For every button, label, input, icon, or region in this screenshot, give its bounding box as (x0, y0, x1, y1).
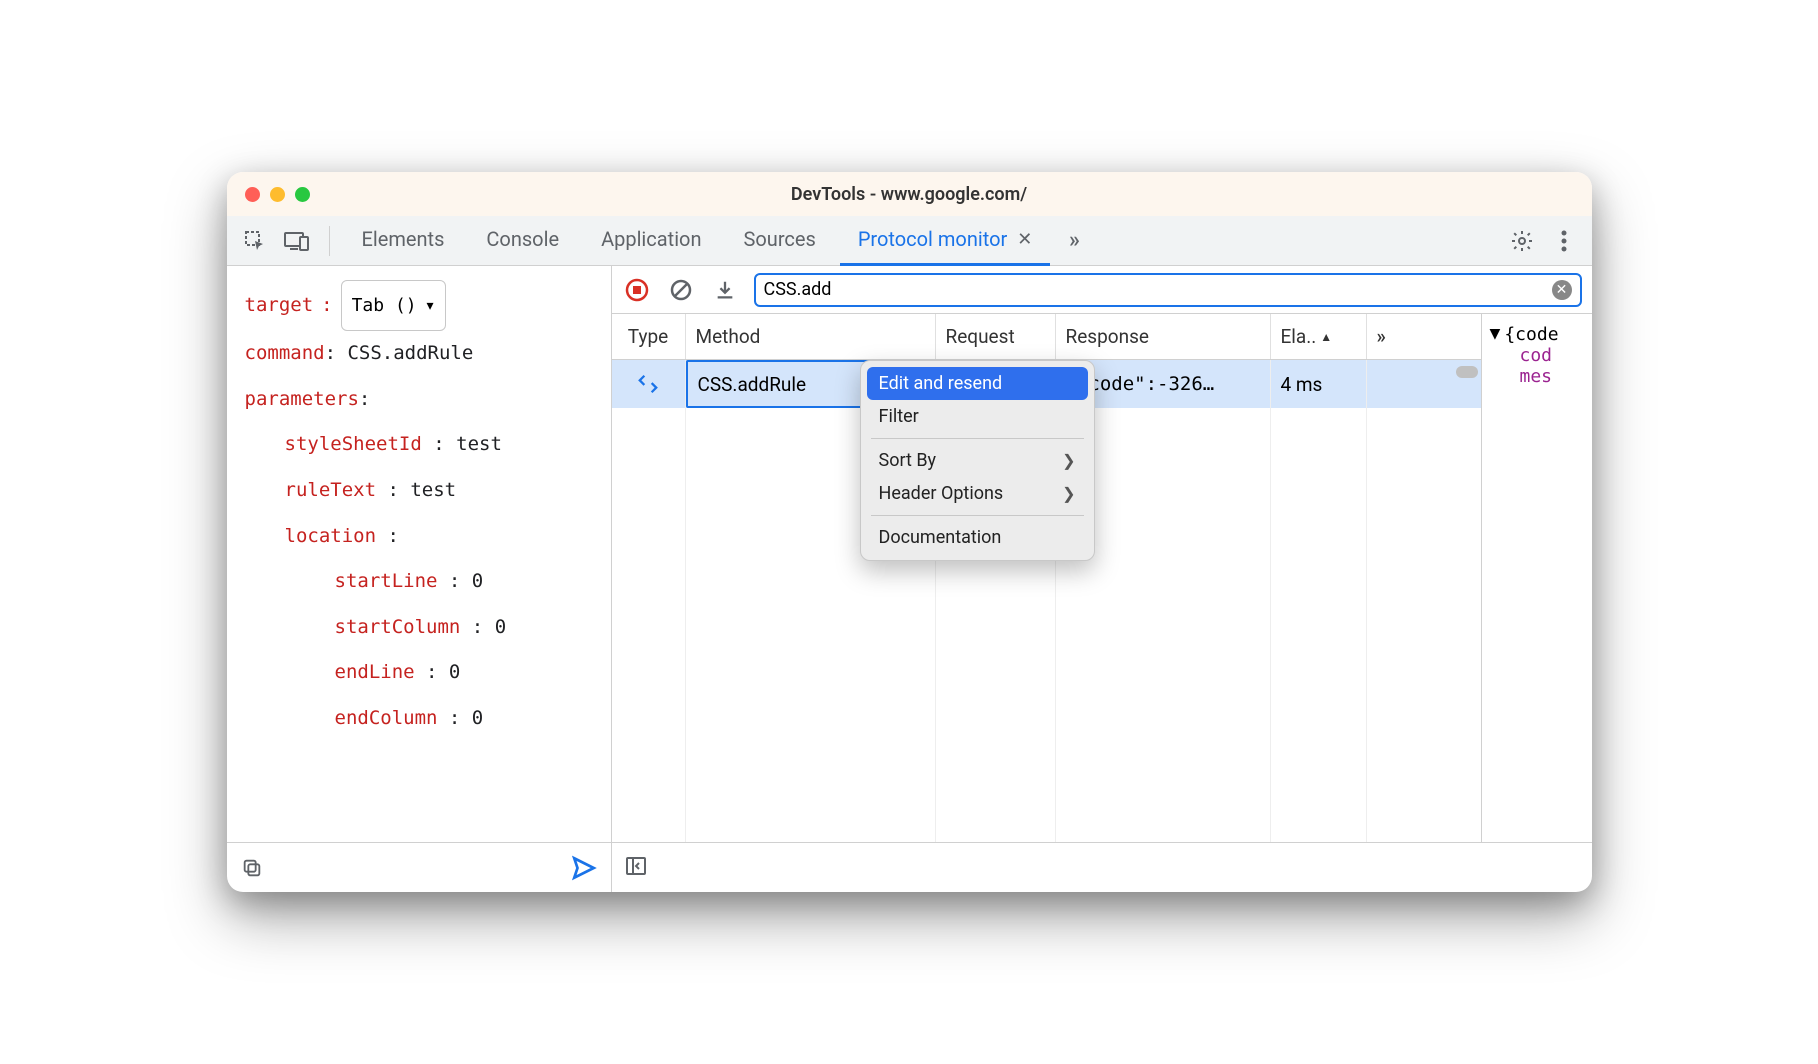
command-value[interactable]: CSS.addRule (347, 342, 473, 364)
param-value[interactable]: 0 (472, 707, 483, 729)
tab-protocol-monitor[interactable]: Protocol monitor ✕ (840, 216, 1051, 266)
record-button[interactable] (622, 275, 652, 305)
command-label: command (245, 342, 325, 364)
col-more[interactable]: » (1367, 314, 1481, 359)
param-key: location (285, 525, 377, 547)
col-elapsed[interactable]: Ela..▲ (1271, 314, 1367, 359)
download-button[interactable] (710, 275, 740, 305)
param-key: startLine (335, 570, 438, 592)
detail-key[interactable]: cod (1520, 345, 1553, 366)
menu-item-documentation[interactable]: Documentation (867, 521, 1088, 554)
toggle-drawer-icon[interactable] (624, 854, 648, 882)
right-footer (612, 842, 1592, 892)
col-type[interactable]: Type (612, 314, 686, 359)
window-title: DevTools - www.google.com/ (227, 184, 1592, 205)
devtools-tabbar: Elements Console Application Sources Pro… (227, 216, 1592, 266)
detail-root[interactable]: ▼{code (1490, 324, 1584, 345)
param-key: styleSheetId (285, 433, 422, 455)
param-value[interactable]: 0 (449, 661, 460, 683)
scrollbar-thumb[interactable] (1456, 366, 1478, 378)
command-editor-panel: target: Tab () ▾ command: CSS.addRule pa… (227, 266, 612, 892)
clear-filter-icon[interactable]: ✕ (1552, 280, 1572, 300)
settings-icon[interactable] (1504, 223, 1540, 259)
chevron-right-icon: ❯ (1062, 484, 1075, 503)
col-response[interactable]: Response (1056, 314, 1271, 359)
close-tab-icon[interactable]: ✕ (1017, 229, 1032, 250)
menu-item-sort-by[interactable]: Sort By❯ (867, 444, 1088, 477)
detail-panel: ▼{code cod mes (1482, 314, 1592, 842)
context-menu: Edit and resend Filter Sort By❯ Header O… (860, 360, 1095, 561)
type-icon (612, 360, 686, 408)
filter-input-container: ✕ (754, 273, 1582, 307)
menu-separator (871, 515, 1084, 516)
chevron-right-icon: ❯ (1062, 451, 1075, 470)
clear-button[interactable] (666, 275, 696, 305)
param-key: endLine (335, 661, 415, 683)
chevron-down-icon: ▾ (425, 284, 436, 327)
kebab-menu-icon[interactable] (1546, 223, 1582, 259)
parameters-label: parameters (245, 388, 359, 410)
separator (329, 226, 330, 256)
sort-asc-icon: ▲ (1320, 330, 1332, 344)
titlebar: DevTools - www.google.com/ (227, 172, 1592, 216)
param-key: endColumn (335, 707, 438, 729)
log-toolbar: ✕ (612, 266, 1592, 314)
param-key: ruleText (285, 479, 377, 501)
send-button[interactable] (571, 855, 597, 881)
inspect-element-icon[interactable] (237, 223, 273, 259)
col-request[interactable]: Request (936, 314, 1056, 359)
copy-icon[interactable] (241, 857, 263, 879)
more-tabs-icon[interactable]: » (1056, 223, 1092, 259)
menu-item-header-options[interactable]: Header Options❯ (867, 477, 1088, 510)
param-value[interactable]: test (456, 433, 502, 455)
param-value[interactable]: test (410, 479, 456, 501)
protocol-log-panel: ✕ Type Method Request Response Ela..▲ » (612, 266, 1592, 892)
grid-header-row: Type Method Request Response Ela..▲ » (612, 314, 1481, 360)
devtools-window: DevTools - www.google.com/ Elements Cons… (227, 172, 1592, 892)
tab-application[interactable]: Application (583, 216, 719, 266)
cell-elapsed: 4 ms (1271, 360, 1367, 408)
target-select[interactable]: Tab () ▾ (341, 280, 447, 331)
param-value[interactable]: 0 (472, 570, 483, 592)
col-method[interactable]: Method (686, 314, 936, 359)
menu-item-filter[interactable]: Filter (867, 400, 1088, 433)
tab-elements[interactable]: Elements (344, 216, 463, 266)
tab-console[interactable]: Console (468, 216, 577, 266)
param-value[interactable]: 0 (495, 616, 506, 638)
tab-sources[interactable]: Sources (726, 216, 834, 266)
menu-separator (871, 438, 1084, 439)
detail-key[interactable]: mes (1520, 366, 1553, 387)
param-key: startColumn (335, 616, 461, 638)
menu-item-edit-resend[interactable]: Edit and resend (867, 367, 1088, 400)
target-label: target (245, 283, 314, 329)
filter-input[interactable] (764, 279, 1546, 300)
device-toolbar-icon[interactable] (279, 223, 315, 259)
